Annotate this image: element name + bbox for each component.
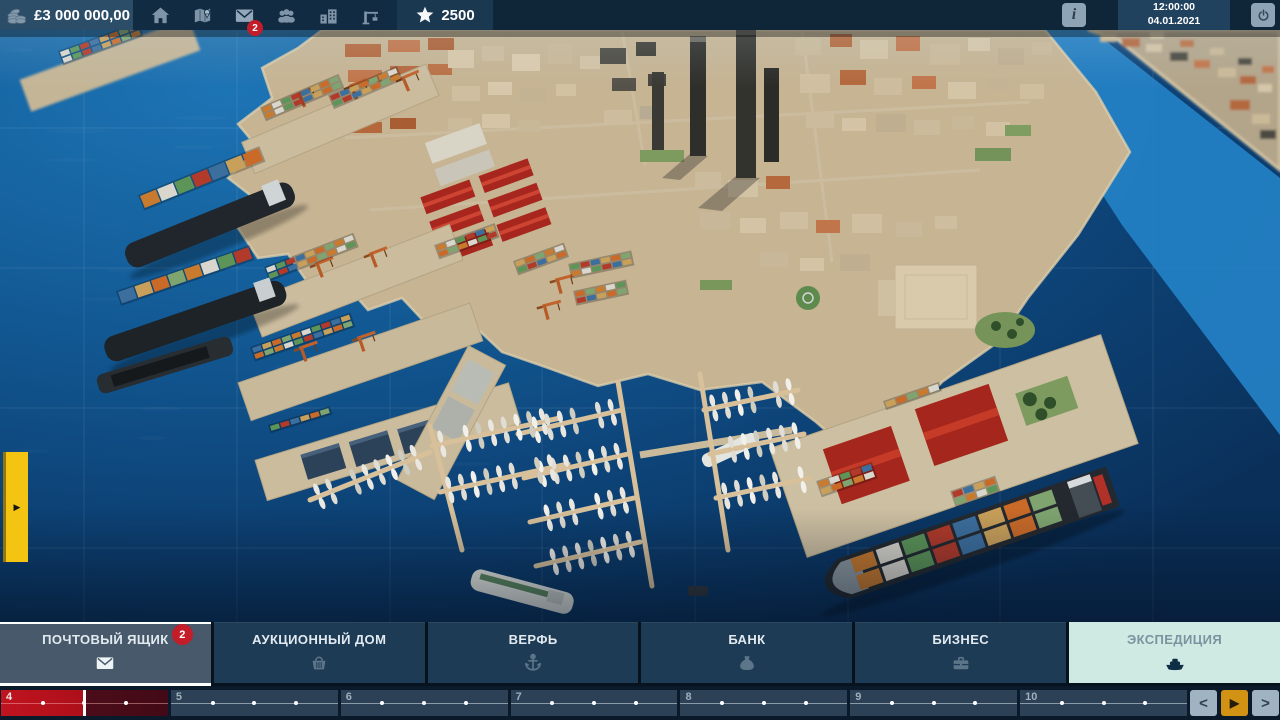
timeline-dot [932, 701, 936, 705]
timeline-dot [890, 701, 894, 705]
buildings-button[interactable] [314, 1, 342, 29]
timeline-dot [720, 701, 724, 705]
clock-display: 12:00:00 04.01.2021 [1118, 0, 1230, 30]
timeline-dot [1143, 701, 1147, 705]
home-icon [149, 4, 172, 27]
side-drawer-handle[interactable]: ▶ [3, 452, 28, 562]
park [975, 312, 1035, 348]
timeline-dot [804, 701, 808, 705]
timeline-dot [762, 701, 766, 705]
info-icon: i [1072, 6, 1076, 24]
bottom-shade [0, 508, 1280, 622]
play-button[interactable]: ▶ [1221, 690, 1248, 716]
timeline-segment-9[interactable]: 9 [850, 690, 1017, 716]
auction-basket-icon [308, 652, 330, 677]
money-bag-icon [736, 652, 758, 677]
segment-label: 7 [516, 691, 522, 703]
power-button[interactable] [1251, 3, 1275, 27]
topbar-icon-menu: 2 [133, 0, 397, 30]
power-icon [1256, 8, 1271, 23]
timeline-dot [422, 701, 426, 705]
time-scrubber: 4 5 6 7 8 9 10 < ▶ > [0, 686, 1280, 720]
anchor-icon [522, 652, 544, 677]
timeline-prev-button[interactable]: < [1190, 690, 1217, 716]
ship-icon [1164, 652, 1186, 677]
map-pin-icon [191, 4, 214, 27]
timeline-segment-5[interactable]: 5 [171, 690, 338, 716]
mail-badge: 2 [247, 20, 263, 36]
helipad [796, 286, 820, 310]
tab-mailbox[interactable]: 2 ПОЧТОВЫЙ ЯЩИК [0, 622, 211, 683]
current-time-marker [83, 690, 86, 716]
top-bar: £3 000 000,00 2 [0, 0, 1280, 30]
map-button[interactable] [188, 1, 216, 29]
timeline-segment-8[interactable]: 8 [680, 690, 847, 716]
tab-label: ВЕРФЬ [509, 632, 558, 647]
people-button[interactable] [272, 1, 300, 29]
timeline-next-button[interactable]: > [1252, 690, 1279, 716]
points-value: 2500 [441, 7, 474, 24]
briefcase-icon [950, 652, 972, 677]
segment-label: 6 [346, 691, 352, 703]
harbor-button[interactable] [356, 1, 384, 29]
timeline-segment-10[interactable]: 10 [1020, 690, 1187, 716]
points-display: 2500 [397, 0, 493, 30]
segment-label: 10 [1025, 691, 1037, 703]
info-button[interactable]: i [1062, 3, 1086, 27]
topbar-shadow [0, 30, 1280, 37]
tab-bank[interactable]: БАНК [641, 622, 852, 683]
bottom-tab-bar: 2 ПОЧТОВЫЙ ЯЩИК АУКЦИОННЫЙ ДОМ ВЕРФЬ БАН… [0, 622, 1280, 683]
tab-label: ПОЧТОВЫЙ ЯЩИК [42, 632, 168, 647]
money-value: £3 000 000,00 [34, 7, 130, 24]
people-icon [275, 4, 298, 27]
timeline-dot [634, 701, 638, 705]
tab-label: ЭКСПЕДИЦИЯ [1127, 632, 1222, 647]
tab-label: БАНК [728, 632, 765, 647]
timeline-dot [252, 701, 256, 705]
harbor-crane-icon [359, 4, 382, 27]
star-icon [415, 5, 435, 25]
timeline-dot [211, 701, 215, 705]
home-button[interactable] [146, 1, 174, 29]
tab-auction-house[interactable]: АУКЦИОННЫЙ ДОМ [214, 622, 425, 683]
mail-button[interactable]: 2 [230, 1, 258, 29]
segment-label: 4 [6, 691, 12, 703]
tab-business[interactable]: БИЗНЕС [855, 622, 1066, 683]
buildings-icon [317, 4, 340, 27]
tab-shipyard[interactable]: ВЕРФЬ [428, 622, 639, 683]
timeline-dot [1060, 701, 1064, 705]
tab-expedition[interactable]: ЭКСПЕДИЦИЯ [1069, 622, 1280, 683]
time-value: 12:00:00 [1153, 1, 1195, 15]
segment-label: 9 [855, 691, 861, 703]
timeline-dot [973, 701, 977, 705]
tab-label: АУКЦИОННЫЙ ДОМ [252, 632, 386, 647]
world-map[interactable] [0, 30, 1280, 622]
timeline-dot [380, 701, 384, 705]
date-value: 04.01.2021 [1148, 15, 1201, 29]
segment-label: 5 [176, 691, 182, 703]
timeline-segment-4[interactable]: 4 [1, 690, 168, 716]
timeline-segment-6[interactable]: 6 [341, 690, 508, 716]
timeline-dot [294, 701, 298, 705]
drawer-arrow-icon: ▶ [14, 502, 21, 513]
mailbox-badge: 2 [172, 624, 193, 645]
segment-label: 8 [685, 691, 691, 703]
top-haze [0, 30, 1280, 88]
coins-icon [6, 4, 28, 26]
timeline-dot [550, 701, 554, 705]
port-map-scene [0, 30, 1280, 622]
tab-label: БИЗНЕС [932, 632, 989, 647]
timeline-dot [464, 701, 468, 705]
mail-icon [94, 652, 116, 677]
timeline-segment-7[interactable]: 7 [511, 690, 678, 716]
timeline-dot [1102, 701, 1106, 705]
timeline-dot [41, 701, 45, 705]
timeline-dot [124, 701, 128, 705]
money-display: £3 000 000,00 [0, 0, 133, 30]
timeline-dot [592, 701, 596, 705]
